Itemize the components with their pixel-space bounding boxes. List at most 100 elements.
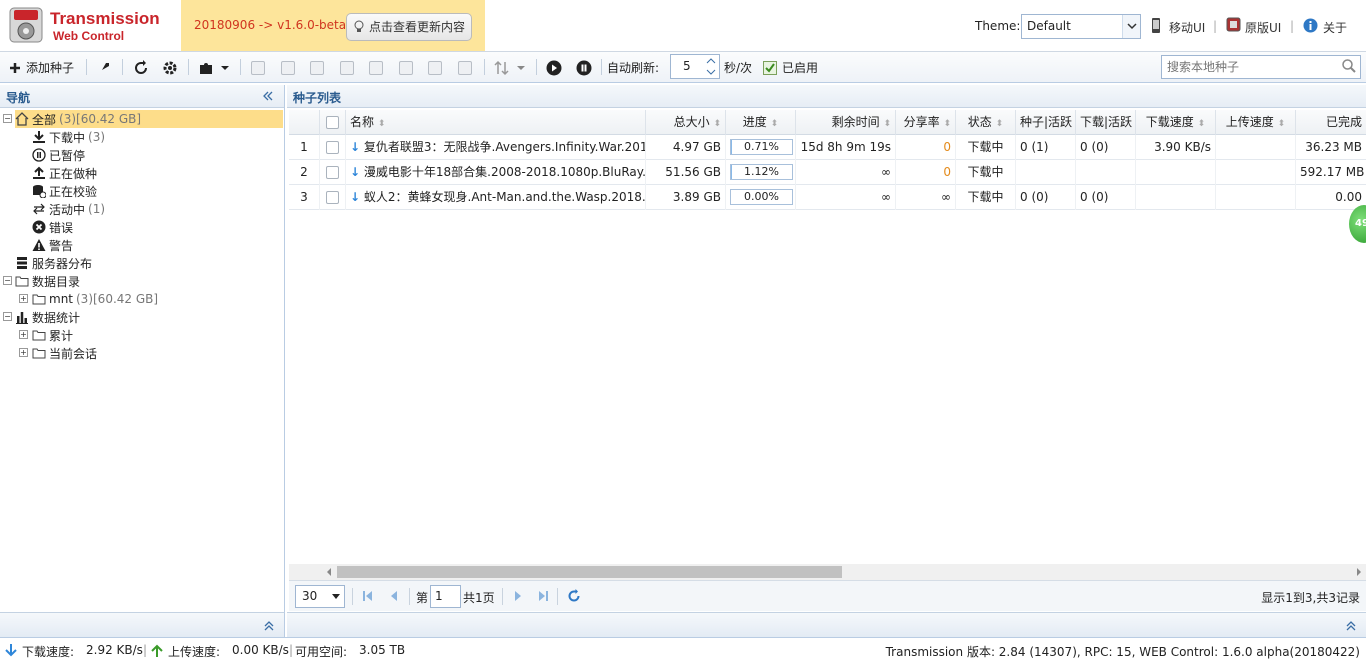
row-checkbox[interactable] xyxy=(320,185,346,210)
verify-button[interactable] xyxy=(369,59,383,76)
nav-item-stats[interactable]: 数据统计 xyxy=(15,308,80,326)
folder-icon xyxy=(32,348,46,359)
col-done[interactable]: 已完成 xyxy=(1296,110,1366,135)
nav-item-mnt[interactable]: mnt (3)[60.42 GB] xyxy=(32,290,158,308)
scrollbar-thumb[interactable] xyxy=(337,566,842,578)
checkbox[interactable] xyxy=(326,166,339,179)
checkbox[interactable] xyxy=(326,191,339,204)
search-input[interactable] xyxy=(1161,55,1361,79)
row-checkbox[interactable] xyxy=(320,135,346,160)
table-row[interactable]: 2 ↓ 漫威电影十年18部合集.2008-2018.1080p.BluRay.x… xyxy=(289,160,1366,185)
row-checkbox[interactable] xyxy=(320,160,346,185)
pause-icon xyxy=(281,60,295,75)
chevron-down-icon xyxy=(221,65,229,70)
torrent-name[interactable]: ↓ 复仇者联盟3：无限战争.Avengers.Infinity.War.2018 xyxy=(346,135,646,160)
page-number-input[interactable]: 1 xyxy=(430,585,461,608)
tree-toggle-plus[interactable]: + xyxy=(19,348,28,357)
next-page-icon[interactable] xyxy=(512,590,524,602)
torrent-progress: 0.00% xyxy=(726,185,796,210)
col-remaining[interactable]: 剩余时间 ⬍ xyxy=(796,110,896,135)
first-page-icon[interactable] xyxy=(362,590,374,602)
original-ui-link[interactable]: 原版UI xyxy=(1245,19,1281,36)
table-row[interactable]: 1 ↓ 复仇者联盟3：无限战争.Avengers.Infinity.War.20… xyxy=(289,135,1366,160)
last-page-icon[interactable] xyxy=(537,590,549,602)
nav-item-paused[interactable]: 已暂停 xyxy=(32,146,85,164)
col-ratio[interactable]: 分享率 ⬍ xyxy=(896,110,956,135)
nav-item-count: (3)[60.42 GB] xyxy=(59,112,142,126)
nav-item-active[interactable]: 活动中 (1) xyxy=(32,200,105,218)
col-status[interactable]: 状态 ⬍ xyxy=(956,110,1016,135)
view-update-button[interactable]: 点击查看更新内容 xyxy=(346,13,472,41)
change-dir-button[interactable] xyxy=(428,59,442,76)
transmission-logo-icon xyxy=(9,7,43,43)
table-row[interactable]: 3 ↓ 蚁人2：黄蜂女现身.Ant-Man.and.the.Wasp.2018.… xyxy=(289,185,1366,210)
pause-button[interactable] xyxy=(281,59,295,76)
tree-toggle-minus[interactable]: − xyxy=(3,276,12,285)
scroll-left-icon[interactable] xyxy=(325,568,333,576)
torrent-remaining: ∞ xyxy=(796,185,896,210)
col-label: 分享率 xyxy=(903,115,940,129)
reannounce-button[interactable] xyxy=(399,59,413,76)
nav-item-seeding[interactable]: 正在做种 xyxy=(32,164,97,182)
bar-chart-icon xyxy=(16,312,28,324)
checkbox[interactable] xyxy=(326,141,339,154)
start-button[interactable] xyxy=(251,59,265,76)
row-index: 3 xyxy=(289,185,320,210)
mobile-ui-link[interactable]: 移动UI xyxy=(1169,19,1205,36)
expand-up-icon[interactable] xyxy=(263,620,275,632)
expand-up-icon[interactable] xyxy=(1345,620,1357,632)
sort-icon xyxy=(494,60,509,75)
nav-item-error[interactable]: 错误 xyxy=(32,218,73,236)
pause-all-button[interactable] xyxy=(576,59,592,76)
nav-item-label: 错误 xyxy=(49,220,74,235)
tree-toggle-minus[interactable]: − xyxy=(3,312,12,321)
col-seeds[interactable]: 种子|活跃 xyxy=(1016,110,1076,135)
search-icon[interactable] xyxy=(1342,59,1356,73)
nav-item-downloading[interactable]: 下载中 (3) xyxy=(32,128,105,146)
checkbox[interactable] xyxy=(326,116,339,129)
copy-button[interactable] xyxy=(458,59,472,76)
start-all-button[interactable] xyxy=(96,59,112,76)
start-all-button[interactable] xyxy=(546,59,562,76)
prev-page-icon[interactable] xyxy=(388,590,400,602)
tree-toggle-minus[interactable]: − xyxy=(3,114,12,123)
nav-item-label: 活动中 xyxy=(49,202,86,217)
queue-menu-button[interactable] xyxy=(494,59,526,76)
nav-item-warning[interactable]: 警告 xyxy=(32,236,73,254)
refresh-button[interactable] xyxy=(133,59,149,76)
col-progress[interactable]: 进度 ⬍ xyxy=(726,110,796,135)
horizontal-scrollbar[interactable] xyxy=(289,564,1366,580)
col-dl-speed[interactable]: 下载速度 ⬍ xyxy=(1136,110,1216,135)
nav-item-all[interactable]: 全部 (3)[60.42 GB] xyxy=(15,110,283,128)
plugins-menu-button[interactable] xyxy=(198,59,230,76)
page-size-select[interactable]: 30 xyxy=(295,585,345,608)
settings-button[interactable] xyxy=(162,59,178,76)
nav-item-session[interactable]: 当前会话 xyxy=(32,344,97,362)
remove-button[interactable] xyxy=(340,59,354,76)
nav-item-checking[interactable]: 正在校验 xyxy=(32,182,97,200)
theme-select[interactable]: Default xyxy=(1021,14,1141,39)
tree-toggle-plus[interactable]: + xyxy=(19,294,28,303)
col-name[interactable]: 名称 ⬍ xyxy=(346,110,646,135)
col-size[interactable]: 总大小 ⬍ xyxy=(646,110,726,135)
add-torrent-button[interactable]: 添加种子 xyxy=(8,59,74,76)
torrent-name[interactable]: ↓ 漫威电影十年18部合集.2008-2018.1080p.BluRay.x26… xyxy=(346,160,646,185)
auto-refresh-toggle[interactable]: 已启用 xyxy=(763,59,818,76)
torrent-peers xyxy=(1076,160,1136,185)
about-link[interactable]: 关于 xyxy=(1323,19,1347,36)
nav-item-cumulative[interactable]: 累计 xyxy=(32,326,73,344)
torrent-ul-speed xyxy=(1216,185,1296,210)
rename-button[interactable] xyxy=(310,59,324,76)
select-all-checkbox[interactable] xyxy=(320,110,346,135)
tree-toggle-plus[interactable]: + xyxy=(19,330,28,339)
refresh-interval-spinner[interactable]: 5 xyxy=(670,54,720,79)
nav-item-data-dir[interactable]: 数据目录 xyxy=(15,272,80,290)
scroll-right-icon[interactable] xyxy=(1355,568,1363,576)
torrent-name[interactable]: ↓ 蚁人2：黄蜂女现身.Ant-Man.and.the.Wasp.2018.10… xyxy=(346,185,646,210)
col-ul-speed[interactable]: 上传速度 ⬍ xyxy=(1216,110,1296,135)
reload-icon[interactable] xyxy=(567,589,581,603)
nav-item-servers[interactable]: 服务器分布 xyxy=(15,254,92,272)
col-peers[interactable]: 下载|活跃 xyxy=(1076,110,1136,135)
collapse-left-icon[interactable] xyxy=(262,90,274,102)
spinner-arrows-icon[interactable] xyxy=(705,56,717,77)
